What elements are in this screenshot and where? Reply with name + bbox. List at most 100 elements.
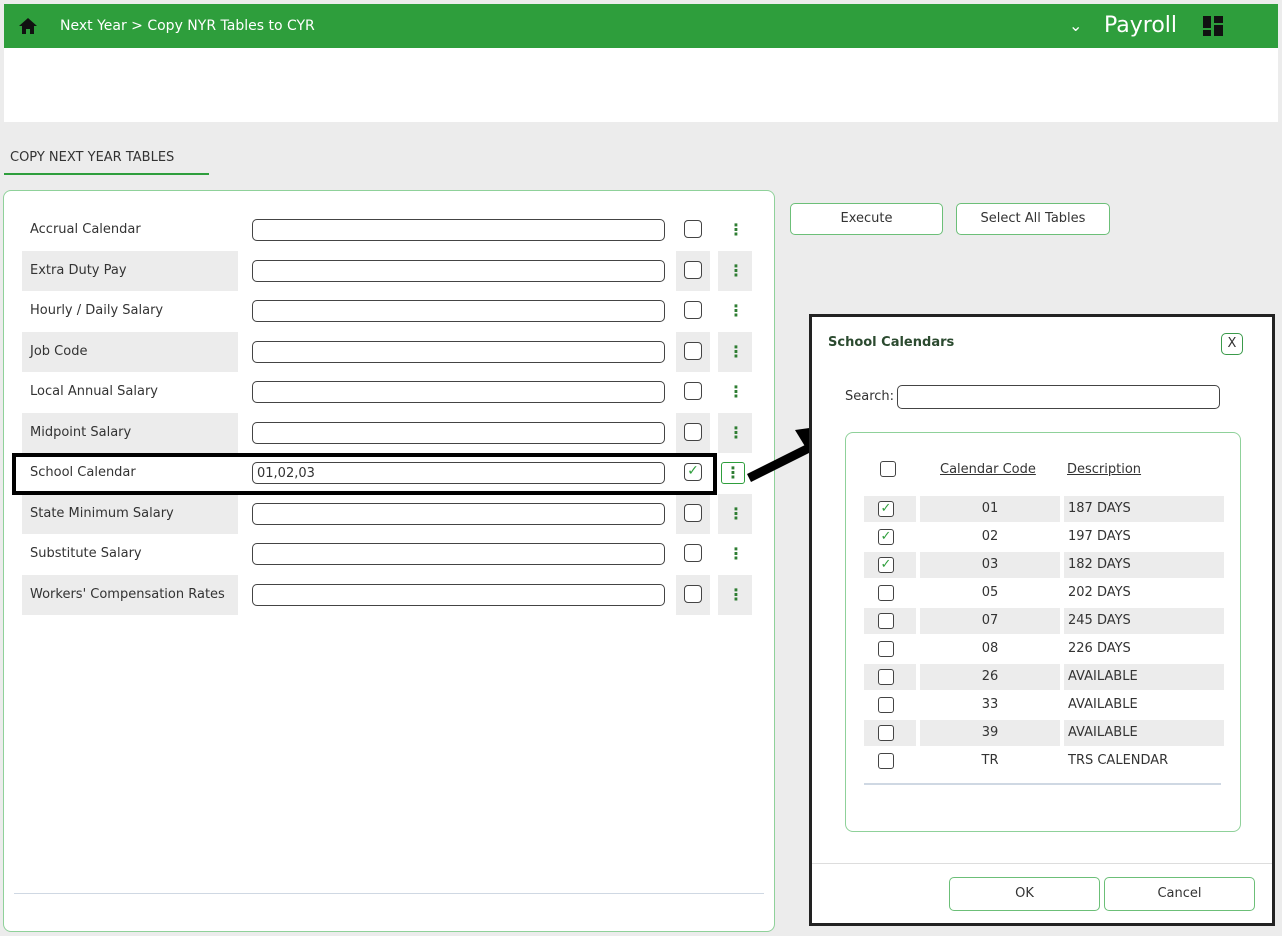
close-icon[interactable]: X bbox=[1221, 333, 1243, 355]
calendar-checkbox[interactable]: ✓ bbox=[878, 501, 894, 517]
ok-button[interactable]: OK bbox=[949, 877, 1100, 911]
calendar-description: AVAILABLE bbox=[1064, 664, 1224, 690]
calendar-row[interactable]: ✓ 02 197 DAYS bbox=[864, 524, 1224, 552]
table-value-input[interactable] bbox=[252, 300, 665, 322]
table-value-input[interactable] bbox=[252, 503, 665, 525]
calendar-checkbox[interactable] bbox=[878, 697, 894, 713]
calendar-code: 02 bbox=[981, 529, 999, 544]
calendar-checkbox[interactable]: ✓ bbox=[878, 529, 894, 545]
calendar-description: 245 DAYS bbox=[1064, 608, 1224, 634]
execute-button[interactable]: Execute bbox=[790, 203, 943, 235]
more-options-icon[interactable]: ⋮ bbox=[728, 423, 744, 443]
checkbox-cell bbox=[676, 575, 710, 615]
table-value-input[interactable] bbox=[252, 381, 665, 403]
calendar-checkbox[interactable] bbox=[878, 725, 894, 741]
checkbox-cell bbox=[676, 413, 710, 453]
calendar-checkbox[interactable] bbox=[878, 641, 894, 657]
table-value-input[interactable] bbox=[252, 422, 665, 444]
calendar-checkbox[interactable] bbox=[878, 753, 894, 769]
select-all-tables-button[interactable]: Select All Tables bbox=[956, 203, 1110, 235]
table-checkbox[interactable] bbox=[684, 220, 702, 238]
checkbox-cell: ✓ bbox=[864, 496, 916, 522]
more-options-icon[interactable]: ⋮ bbox=[728, 220, 744, 240]
table-value-input[interactable] bbox=[252, 260, 665, 282]
grid-icon[interactable] bbox=[1202, 15, 1224, 37]
table-checkbox[interactable] bbox=[684, 301, 702, 319]
more-options-icon[interactable]: ⋮ bbox=[728, 261, 744, 281]
calendar-row[interactable]: ✓ 01 187 DAYS bbox=[864, 496, 1224, 524]
tab-copy-next-year-tables[interactable]: COPY NEXT YEAR TABLES bbox=[10, 150, 174, 165]
table-value-input[interactable] bbox=[252, 584, 665, 606]
search-label: Search: bbox=[845, 389, 895, 404]
table-checkbox[interactable] bbox=[684, 342, 702, 360]
calendar-row[interactable]: 39 AVAILABLE bbox=[864, 720, 1224, 748]
calendar-checkbox[interactable]: ✓ bbox=[878, 557, 894, 573]
table-row: Workers' Compensation Rates ⋮ bbox=[22, 575, 752, 615]
home-icon[interactable] bbox=[18, 16, 38, 36]
chevron-down-icon[interactable]: ⌄ bbox=[1069, 16, 1082, 35]
checkbox-cell: ✓ bbox=[864, 524, 916, 550]
calendar-code: 33 bbox=[981, 697, 999, 712]
calendar-row[interactable]: 07 245 DAYS bbox=[864, 608, 1224, 636]
checkbox-cell bbox=[676, 332, 710, 372]
more-options-icon[interactable]: ⋮ bbox=[721, 462, 745, 484]
checkbox-cell bbox=[864, 636, 916, 662]
calendar-row[interactable]: TR TRS CALENDAR bbox=[864, 748, 1224, 776]
more-options-icon[interactable]: ⋮ bbox=[728, 342, 744, 362]
table-checkbox[interactable] bbox=[684, 504, 702, 522]
calendar-checkbox[interactable] bbox=[878, 585, 894, 601]
table-row: Midpoint Salary ⋮ bbox=[22, 413, 752, 453]
calendar-row[interactable]: 05 202 DAYS bbox=[864, 580, 1224, 608]
table-value-input[interactable] bbox=[252, 341, 665, 363]
checkbox-cell bbox=[864, 748, 916, 774]
table-checkbox[interactable] bbox=[684, 382, 702, 400]
options-cell: ⋮ bbox=[718, 372, 752, 412]
calendar-row[interactable]: ✓ 03 182 DAYS bbox=[864, 552, 1224, 580]
more-options-icon[interactable]: ⋮ bbox=[728, 301, 744, 321]
options-cell: ⋮ bbox=[718, 534, 752, 574]
calendar-code: 05 bbox=[981, 585, 999, 600]
calendar-description: 226 DAYS bbox=[1068, 641, 1131, 656]
breadcrumb[interactable]: Next Year > Copy NYR Tables to CYR bbox=[60, 18, 315, 34]
column-header-calendar-code[interactable]: Calendar Code bbox=[940, 462, 1036, 477]
dialog-title: School Calendars bbox=[828, 335, 955, 350]
calendar-row[interactable]: 26 AVAILABLE bbox=[864, 664, 1224, 692]
table-value-input[interactable] bbox=[252, 543, 665, 565]
calendar-row[interactable]: 33 AVAILABLE bbox=[864, 692, 1224, 720]
calendar-checkbox[interactable] bbox=[878, 669, 894, 685]
table-row: Local Annual Salary ⋮ bbox=[22, 372, 752, 412]
module-title[interactable]: Payroll bbox=[1104, 13, 1177, 38]
checkbox-cell bbox=[676, 210, 710, 250]
table-row: Extra Duty Pay ⋮ bbox=[22, 251, 752, 291]
search-input[interactable] bbox=[897, 385, 1220, 409]
dialog-footer-divider bbox=[812, 863, 1272, 864]
table-value-input[interactable] bbox=[252, 219, 665, 241]
more-options-icon[interactable]: ⋮ bbox=[728, 504, 744, 524]
cancel-button[interactable]: Cancel bbox=[1104, 877, 1255, 911]
table-row: Accrual Calendar ⋮ bbox=[22, 210, 752, 250]
select-all-checkbox[interactable] bbox=[880, 461, 896, 477]
checkbox-cell bbox=[864, 608, 916, 634]
calendar-row[interactable]: 08 226 DAYS bbox=[864, 636, 1224, 664]
table-label: State Minimum Salary bbox=[22, 494, 238, 534]
table-label: Workers' Compensation Rates bbox=[22, 575, 238, 615]
tab-underline bbox=[4, 173, 209, 175]
table-label: Job Code bbox=[22, 332, 238, 372]
checkbox-cell bbox=[676, 291, 710, 331]
table-row: Substitute Salary ⋮ bbox=[22, 534, 752, 574]
table-checkbox[interactable] bbox=[684, 261, 702, 279]
table-row: Job Code ⋮ bbox=[22, 332, 752, 372]
table-checkbox[interactable] bbox=[684, 585, 702, 603]
calendar-description: 182 DAYS bbox=[1064, 552, 1224, 578]
calendar-checkbox[interactable] bbox=[878, 613, 894, 629]
options-cell: ⋮ bbox=[718, 575, 752, 615]
column-header-description[interactable]: Description bbox=[1067, 462, 1141, 477]
checkbox-cell bbox=[864, 664, 916, 690]
more-options-icon[interactable]: ⋮ bbox=[728, 382, 744, 402]
table-checkbox[interactable] bbox=[684, 423, 702, 441]
table-checkbox[interactable] bbox=[684, 544, 702, 562]
more-options-icon[interactable]: ⋮ bbox=[728, 544, 744, 564]
options-cell: ⋮ bbox=[718, 291, 752, 331]
calendar-code: 03 bbox=[920, 552, 1060, 578]
more-options-icon[interactable]: ⋮ bbox=[728, 585, 744, 605]
